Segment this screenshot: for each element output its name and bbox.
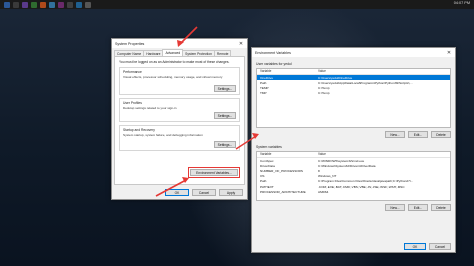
app-icon-1[interactable] — [4, 1, 10, 8]
group-title: User Profiles — [123, 101, 142, 105]
column-header-value[interactable]: Value — [315, 152, 450, 157]
user-variables-title: User variables for yedul — [256, 62, 292, 66]
user-variable-row[interactable]: TMP C:\Temp — [257, 91, 450, 96]
cancel-button[interactable]: Cancel — [192, 189, 216, 196]
environment-variables-window: Environment Variables ✕ User variables f… — [251, 47, 456, 253]
app-icon-6[interactable] — [49, 1, 55, 8]
variable-name: TMP — [260, 91, 267, 96]
variable-value: Windows_NT — [318, 174, 337, 179]
system-variable-row[interactable]: NUMBER_OF_PROCESSORS 8 — [257, 168, 450, 173]
variable-name: DriverData — [260, 163, 275, 168]
user-profiles-group: User Profiles Desktop settings related t… — [119, 98, 240, 122]
group-description: System startup, system failure, and debu… — [123, 133, 203, 137]
clock: 04:07 PM — [453, 1, 470, 5]
variable-value: C:\Program Files\Common Files\Oracle\Jav… — [318, 179, 414, 184]
variable-value: C:\Users\yedul\AppData\Local\Programs\Py… — [318, 80, 413, 85]
taskbar: 04:07 PM — [0, 0, 474, 9]
user-edit-button[interactable]: Edit... — [408, 131, 428, 138]
group-description: Visual effects, processor scheduling, me… — [123, 75, 223, 79]
variable-name: ComSpec — [260, 158, 274, 163]
variable-name: PATHEXT — [260, 184, 274, 189]
system-variable-row[interactable]: Path C:\Program Files\Common Files\Oracle… — [257, 179, 450, 184]
environment-variables-button[interactable]: Environment Variables... — [190, 169, 238, 176]
app-icon-9[interactable] — [76, 1, 82, 8]
performance-settings-button[interactable]: Settings... — [214, 85, 236, 92]
variable-name: NUMBER_OF_PROCESSORS — [260, 168, 303, 173]
variable-name: TEMP — [260, 85, 269, 90]
system-variable-row[interactable]: PROCESSOR_ARCHITECTURE AMD64 — [257, 189, 450, 194]
admin-note: You must be logged on as an Administrato… — [119, 60, 230, 64]
window-title: System Properties — [115, 41, 145, 46]
system-properties-titlebar[interactable]: System Properties ✕ — [112, 39, 247, 48]
variable-name: OneDrive — [260, 75, 274, 80]
variable-value: C:\Temp — [318, 91, 330, 96]
column-header-variable[interactable]: Variable — [257, 152, 315, 157]
user-new-button[interactable]: New... — [385, 131, 405, 138]
column-header-value[interactable]: Value — [315, 69, 450, 74]
column-header-variable[interactable]: Variable — [257, 69, 315, 74]
app-icon-8[interactable] — [67, 1, 73, 8]
system-variables-list[interactable]: Variable Value ComSpec C:\WINDOWS\system3… — [256, 151, 451, 201]
variable-value: C:\WINDOWS\system32\cmd.exe — [318, 158, 365, 163]
performance-group: Performance Visual effects, processor sc… — [119, 67, 240, 95]
app-icon-2[interactable] — [13, 1, 19, 8]
app-icon-10[interactable] — [85, 1, 91, 8]
system-edit-button[interactable]: Edit... — [408, 204, 428, 211]
env-button-highlight: Environment Variables... — [188, 167, 240, 178]
close-icon[interactable]: ✕ — [445, 48, 453, 57]
app-icon-7[interactable] — [58, 1, 64, 8]
user-variables-buttons: New... Edit... Delete — [256, 131, 451, 138]
variable-name: Path — [260, 80, 267, 85]
cancel-button[interactable]: Cancel — [429, 243, 451, 250]
variable-value: C:\Users\yedul\OneDrive — [318, 75, 353, 80]
ok-button[interactable]: OK — [404, 243, 426, 250]
variable-name: Path — [260, 179, 267, 184]
variable-value: 8 — [318, 168, 320, 173]
group-description: Desktop settings related to your sign-in — [123, 106, 177, 110]
variable-name: OS — [260, 174, 265, 179]
user-variable-row[interactable]: OneDrive C:\Users\yedul\OneDrive — [257, 75, 450, 81]
group-title: Startup and Recovery — [123, 128, 155, 132]
ok-button[interactable]: OK — [165, 189, 189, 196]
close-icon[interactable]: ✕ — [237, 39, 245, 48]
app-icon-4[interactable] — [31, 1, 37, 8]
app-icon-3[interactable] — [22, 1, 28, 8]
variable-value: C:\Windows\System32\Drivers\DriverData — [318, 163, 376, 168]
user-variable-row[interactable]: TEMP C:\Temp — [257, 85, 450, 90]
system-variable-row[interactable]: ComSpec C:\WINDOWS\system32\cmd.exe — [257, 158, 450, 163]
variable-value: AMD64 — [318, 189, 329, 194]
startup-recovery-group: Startup and Recovery System startup, sys… — [119, 125, 240, 151]
advanced-tab-panel: You must be logged on as an Administrato… — [114, 56, 245, 185]
system-variables-title: System variables — [256, 145, 282, 149]
window-title: Environment Variables — [255, 50, 291, 55]
system-new-button[interactable]: New... — [385, 204, 405, 211]
group-title: Performance — [123, 70, 142, 74]
app-icon-5[interactable] — [40, 1, 46, 8]
dialog-footer: OK Cancel — [404, 243, 451, 250]
apply-button[interactable]: Apply — [219, 189, 243, 196]
system-variable-row[interactable]: PATHEXT .COM;.EXE;.BAT;.CMD;.VBS;.VBE;.JS… — [257, 184, 450, 189]
dialog-footer: OK Cancel Apply — [165, 189, 243, 196]
variable-value: .COM;.EXE;.BAT;.CMD;.VBS;.VBE;.JS;.JSE;.… — [318, 184, 405, 189]
environment-variables-body: User variables for yedul Variable Value … — [252, 57, 455, 253]
user-delete-button[interactable]: Delete — [431, 131, 451, 138]
environment-variables-titlebar[interactable]: Environment Variables ✕ — [252, 48, 455, 57]
variable-value: C:\Temp — [318, 85, 330, 90]
startup-recovery-settings-button[interactable]: Settings... — [214, 141, 236, 148]
system-variables-buttons: New... Edit... Delete — [256, 204, 451, 211]
tab-strip: Computer Name Hardware Advanced System P… — [112, 48, 247, 57]
system-delete-button[interactable]: Delete — [431, 204, 451, 211]
user-profiles-settings-button[interactable]: Settings... — [214, 112, 236, 119]
user-variables-list[interactable]: Variable Value OneDrive C:\Users\yedul\On… — [256, 68, 451, 128]
system-properties-window: System Properties ✕ Computer Name Hardwa… — [111, 38, 248, 200]
system-variable-row[interactable]: DriverData C:\Windows\System32\Drivers\Dr… — [257, 163, 450, 168]
variable-name: PROCESSOR_ARCHITECTURE — [260, 189, 306, 194]
system-variable-row[interactable]: OS Windows_NT — [257, 174, 450, 179]
user-variable-row[interactable]: Path C:\Users\yedul\AppData\Local\Program… — [257, 80, 450, 85]
